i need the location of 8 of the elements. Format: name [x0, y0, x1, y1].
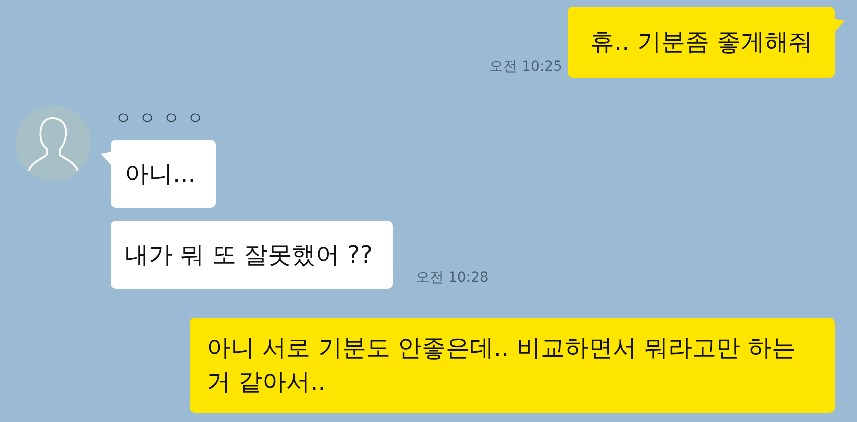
message-bubble: 내가 뭐 또 잘못했어 ?? — [111, 221, 393, 289]
message-bubble: 아니 서로 기분도 안좋은데.. 비교하면서 뭐라고만 하는거 같아서.. — [190, 318, 835, 413]
message-bubble: 휴.. 기분좀 좋게해줘 — [568, 7, 835, 78]
avatar-icon — [15, 105, 92, 182]
sender-name: ㅇㅇㅇㅇ — [115, 108, 212, 130]
message-time: 오전 10:28 — [416, 269, 489, 287]
message-time: 오전 10:25 — [490, 58, 562, 76]
message-bubble: 아니... — [111, 140, 216, 208]
